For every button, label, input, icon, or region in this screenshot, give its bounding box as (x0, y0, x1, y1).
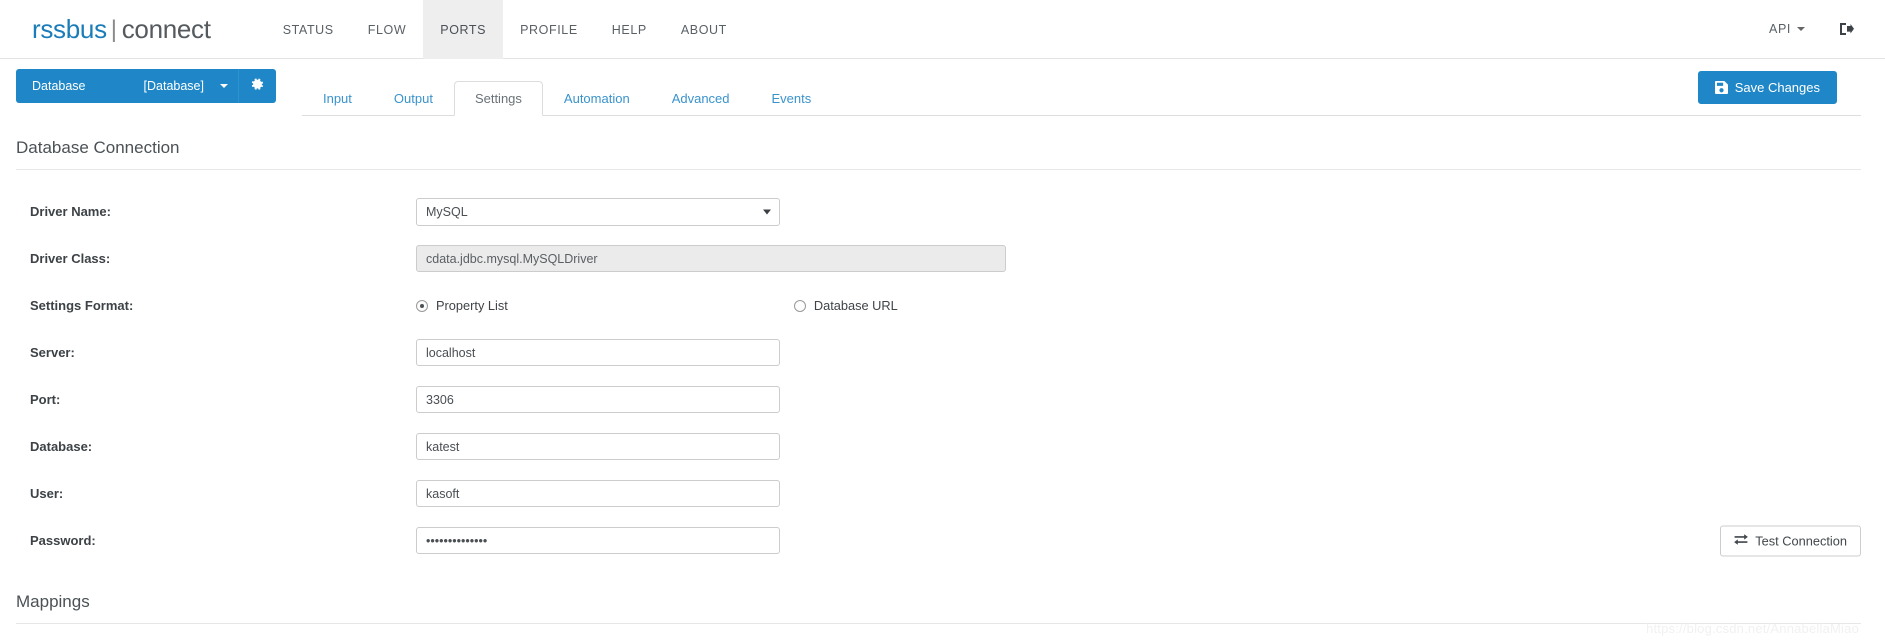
save-icon (1714, 81, 1728, 94)
label-settings-format: Settings Format: (30, 298, 134, 313)
radio-button-icon[interactable] (793, 299, 806, 312)
api-label: API (1769, 22, 1791, 36)
port-name-button[interactable]: Database (16, 68, 130, 103)
nav-item-help[interactable]: HELP (595, 0, 664, 59)
field-row-password: Password: Test Connection (16, 517, 1861, 564)
driver-name-select[interactable]: MySQL (416, 197, 780, 226)
server-input[interactable] (416, 339, 780, 366)
database-input[interactable] (416, 433, 780, 460)
logo-divider: | (110, 15, 117, 43)
test-connection-label: Test Connection (1755, 533, 1847, 548)
tab-output[interactable]: Output (373, 81, 454, 116)
gear-icon (251, 78, 264, 93)
nav-item-status[interactable]: STATUS (266, 0, 351, 59)
password-input[interactable] (416, 527, 780, 554)
port-tab-bar: Input Output Settings Automation Advance… (301, 59, 1861, 116)
nav-item-flow[interactable]: FLOW (351, 0, 424, 59)
port-selector-group: Database [Database] (16, 68, 276, 103)
port-toolbar: Database [Database] Input Output Setting… (0, 59, 1885, 116)
port-input[interactable] (416, 386, 780, 413)
save-changes-button[interactable]: Save Changes (1697, 71, 1837, 104)
tab-advanced[interactable]: Advanced (651, 81, 751, 116)
save-changes-label: Save Changes (1734, 80, 1820, 95)
nav-item-profile[interactable]: PROFILE (503, 0, 595, 59)
field-row-driver-class: Driver Class: (16, 235, 1861, 282)
tab-automation[interactable]: Automation (543, 81, 651, 116)
chevron-down-icon (1797, 27, 1805, 31)
label-server: Server: (30, 345, 75, 360)
radio-button-selected-icon[interactable] (416, 299, 428, 312)
field-row-user: User: (16, 470, 1861, 517)
nav-item-ports[interactable]: PORTS (423, 0, 504, 59)
label-driver-name: Driver Name: (30, 204, 111, 219)
driver-class-input (416, 245, 1006, 272)
port-type-label: [Database] (143, 78, 204, 93)
radio-option-database-url[interactable]: Database URL (793, 298, 898, 313)
top-navbar: rssbus | connect STATUS FLOW PORTS PROFI… (0, 0, 1885, 59)
label-user: User: (30, 486, 64, 501)
nav-item-about[interactable]: ABOUT (664, 0, 744, 59)
database-connection-form: Driver Name: MySQL Driver Class: cdata.j… (16, 188, 1861, 564)
tab-events[interactable]: Events (751, 81, 833, 116)
field-row-driver-name: Driver Name: MySQL (16, 188, 1861, 235)
tab-settings[interactable]: Settings (453, 81, 543, 116)
api-dropdown[interactable]: API (1769, 22, 1805, 36)
field-row-port: Port: (16, 376, 1861, 423)
section-title-database-connection: Database Connection (16, 138, 1861, 170)
label-port: Port: (30, 392, 61, 407)
test-connection-button[interactable]: Test Connection (1720, 525, 1861, 556)
brand-logo[interactable]: rssbus | connect (0, 0, 211, 59)
exchange-arrows-icon (1734, 533, 1749, 548)
port-type-dropdown[interactable]: [Database] (129, 68, 238, 103)
settings-format-radio-group: Property List Database URL (416, 298, 898, 313)
field-row-settings-format: Settings Format: Property List Database … (16, 282, 1861, 329)
port-settings-gear-button[interactable] (237, 68, 276, 103)
label-database: Database: (30, 439, 93, 454)
main-navigation: STATUS FLOW PORTS PROFILE HELP ABOUT (266, 0, 744, 59)
user-input[interactable] (416, 480, 780, 507)
logo-primary-text: rssbus (32, 14, 107, 44)
radio-label-property-list: Property List (436, 298, 508, 313)
field-row-server: Server: (16, 329, 1861, 376)
radio-option-property-list[interactable]: Property List (416, 298, 508, 313)
label-driver-class: Driver Class: (30, 251, 111, 266)
label-password: Password: (30, 533, 96, 548)
radio-label-database-url: Database URL (813, 298, 898, 313)
tab-input[interactable]: Input (302, 81, 373, 116)
logout-icon[interactable] (1839, 22, 1855, 36)
logo-secondary-text: connect (121, 14, 211, 44)
chevron-down-icon (219, 83, 228, 88)
field-row-database: Database: (16, 423, 1861, 470)
navbar-right-actions: API (1769, 0, 1885, 58)
settings-content: Database Connection Driver Name: MySQL D… (0, 138, 1885, 624)
section-title-mappings: Mappings (16, 592, 1861, 624)
app-root: rssbus | connect STATUS FLOW PORTS PROFI… (0, 0, 1885, 644)
